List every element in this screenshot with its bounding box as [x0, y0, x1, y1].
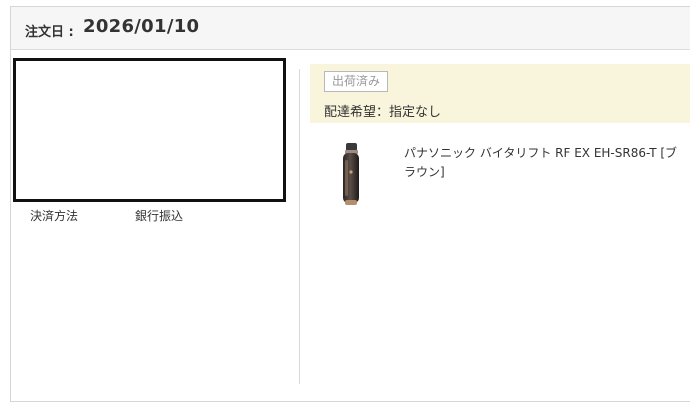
order-image-placeholder	[13, 58, 286, 202]
shipment-status-box: 出荷済み 配達希望：指定なし	[310, 64, 690, 123]
order-date-value: 2026/01/10	[83, 16, 200, 37]
shipped-status-badge: 出荷済み	[324, 71, 389, 92]
order-date-label: 注文日 :	[25, 25, 74, 40]
payment-method-label: 決済方法	[30, 209, 79, 223]
product-thumbnail[interactable]	[336, 142, 366, 208]
column-divider	[299, 69, 300, 384]
payment-method-value: 銀行振込	[135, 209, 184, 223]
order-card-header: 注文日 : 2026/01/10	[11, 7, 690, 50]
delivery-preference-text: 配達希望：指定なし	[324, 105, 442, 120]
face-care-device-icon	[343, 143, 359, 205]
product-name-link[interactable]: パナソニック バイタリフト RF EX EH-SR86-T [ブラウン]	[404, 144, 684, 182]
